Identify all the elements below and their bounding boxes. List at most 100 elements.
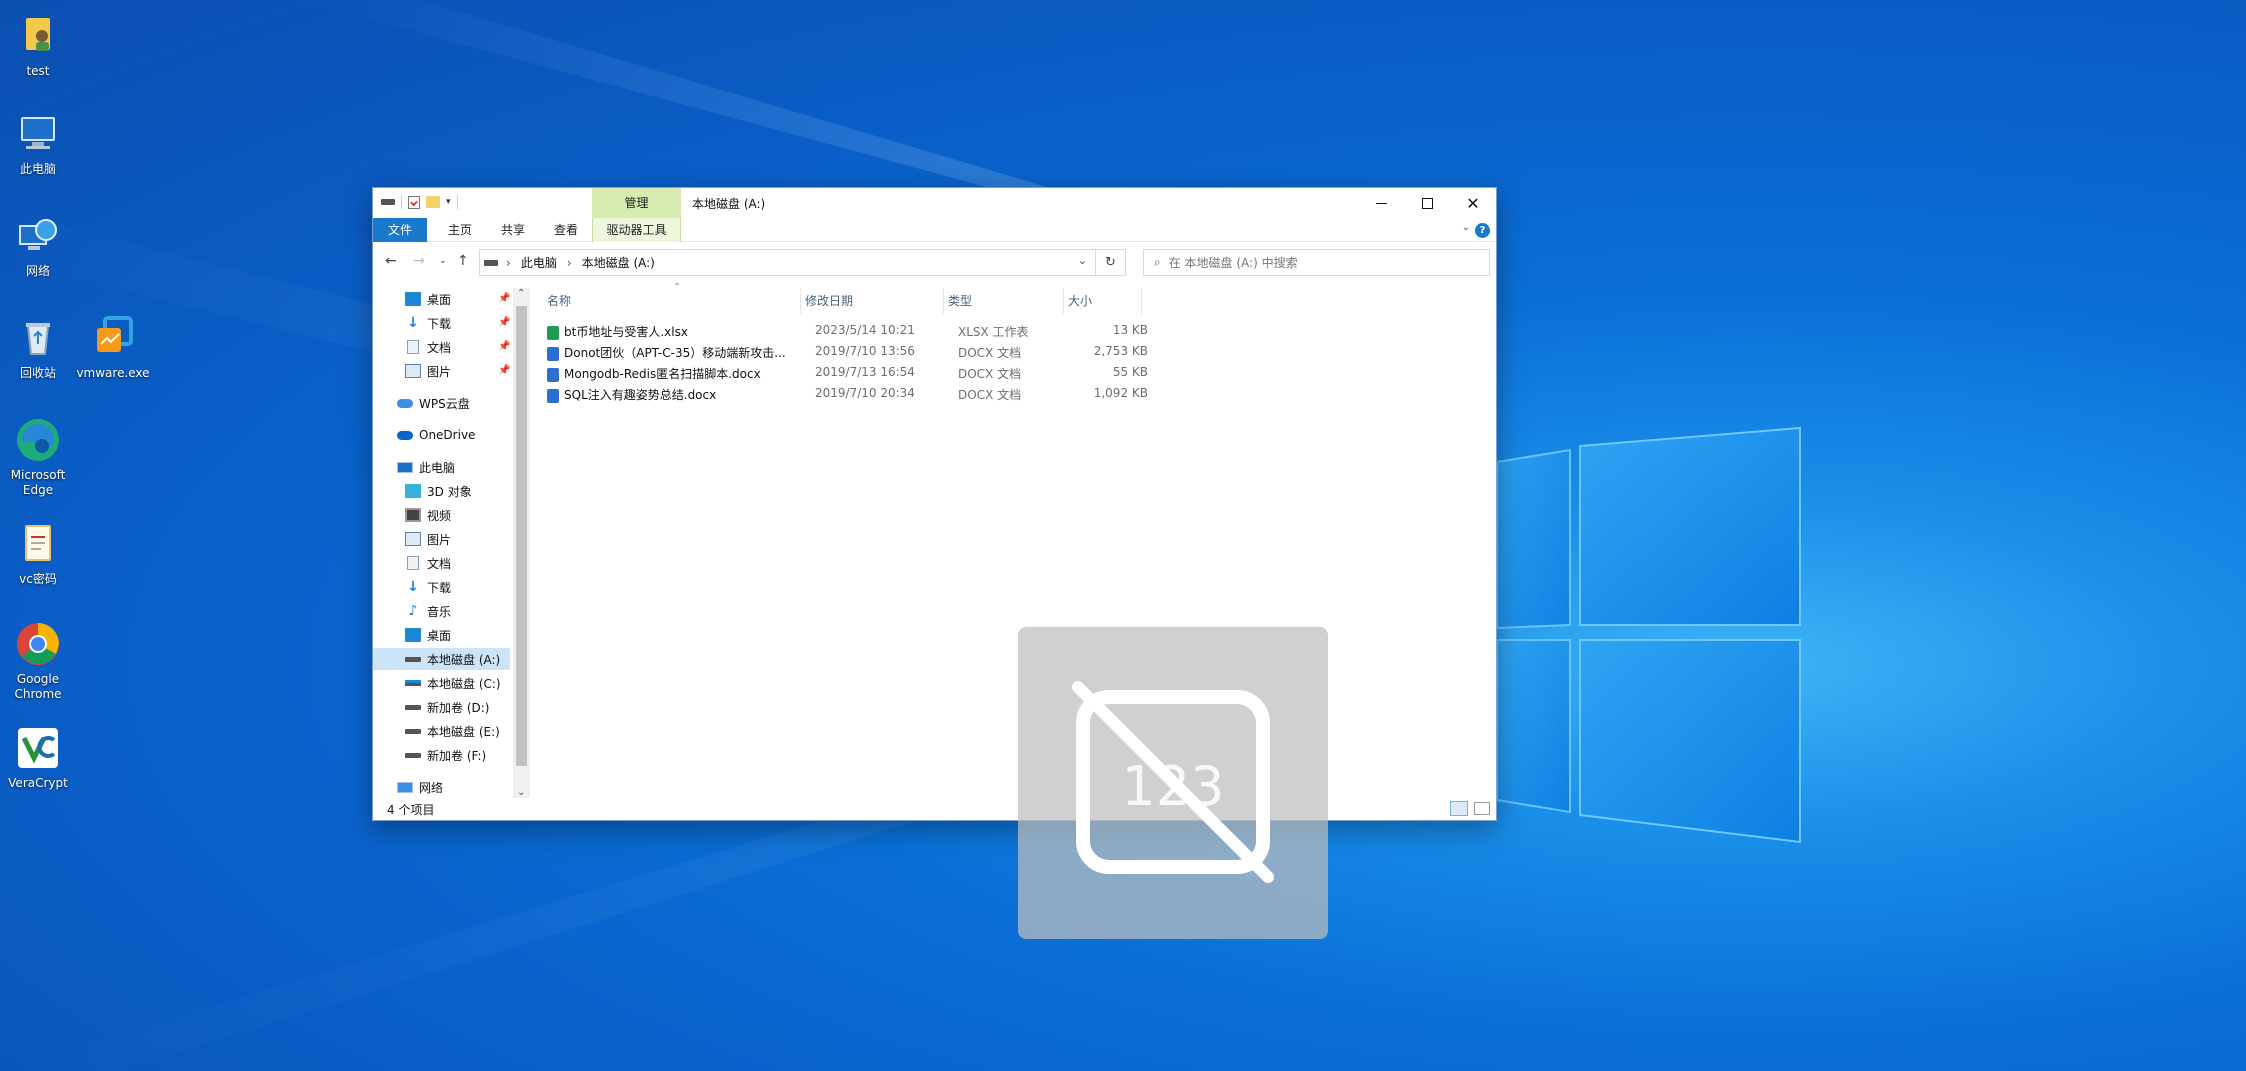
wps-cloud-icon: [397, 398, 413, 408]
tab-share[interactable]: 共享: [488, 218, 538, 242]
details-view-icon[interactable]: [1450, 801, 1468, 816]
breadcrumb-drive[interactable]: 本地磁盘 (A:): [582, 254, 655, 271]
nav-item-documents[interactable]: 文档: [405, 336, 510, 358]
breadcrumb-this-pc[interactable]: 此电脑: [521, 254, 557, 271]
forward-arrow-icon[interactable]: →: [413, 253, 425, 269]
file-size: 13 KB: [1112, 323, 1148, 337]
close-button[interactable]: ✕: [1450, 188, 1496, 218]
file-row[interactable]: Donot团伙（APT-C-35）移动端新攻击... 2019/7/10 13:…: [543, 341, 1148, 362]
pictures-icon: [405, 364, 421, 378]
pin-icon[interactable]: 📌: [498, 341, 510, 352]
scroll-down-chevron-icon[interactable]: ⌄: [517, 787, 525, 798]
properties-icon[interactable]: [408, 195, 420, 209]
desktop-icon-chrome[interactable]: Google Chrome: [0, 620, 78, 702]
nav-item-documents-pc[interactable]: 文档: [405, 552, 510, 574]
large-icons-view-icon[interactable]: [1474, 802, 1490, 815]
refresh-button[interactable]: ↻: [1096, 249, 1126, 276]
customize-toolbar-chevron-icon[interactable]: ▾: [446, 197, 451, 207]
computer-icon: [397, 461, 413, 473]
nav-item-label: 桌面: [427, 292, 452, 307]
search-box[interactable]: ⌕ 在 本地磁盘 (A:) 中搜索: [1143, 249, 1490, 276]
scroll-up-chevron-icon[interactable]: ⌃: [517, 288, 525, 299]
nav-item-label: 音乐: [427, 604, 452, 619]
breadcrumb-separator-icon: ›: [506, 255, 511, 270]
file-date: 2019/7/10 20:34: [815, 386, 915, 400]
desktop-icon-edge[interactable]: Microsoft Edge: [0, 416, 78, 498]
desktop-icon-vmware[interactable]: vmware.exe: [73, 314, 153, 381]
nav-item-drive-a[interactable]: 本地磁盘 (A:): [373, 648, 510, 670]
nav-item-label: 本地磁盘 (E:): [427, 724, 500, 739]
nav-item-drive-e[interactable]: 本地磁盘 (E:): [405, 720, 510, 742]
nav-item-pictures[interactable]: 图片: [405, 360, 510, 382]
nav-item-downloads-pc[interactable]: ↓ 下载: [405, 576, 510, 598]
file-size: 1,092 KB: [1093, 386, 1148, 400]
nav-item-drive-c[interactable]: 本地磁盘 (C:): [405, 672, 510, 694]
tab-home[interactable]: 主页: [435, 218, 485, 242]
help-icon[interactable]: ?: [1475, 223, 1490, 238]
file-explorer-window: ▾ 管理 本地磁盘 (A:) ✕ 文件 主页 共享 查看 驱动器工具 ⌄ ? ←…: [372, 187, 1497, 821]
nav-item-onedrive[interactable]: OneDrive: [397, 424, 510, 446]
navigation-pane-scrollbar[interactable]: ⌃ ⌄: [513, 288, 530, 798]
nav-item-downloads[interactable]: ↓ 下载: [405, 312, 510, 334]
breadcrumb-separator-icon: ›: [566, 255, 572, 270]
file-row[interactable]: Mongodb-Redis匿名扫描脚本.docx 2019/7/13 16:54…: [543, 362, 1148, 383]
file-list: ⌃ 名称 修改日期 类型 大小 bt币地址与受害人.xlsx 2023/5/14…: [533, 282, 1496, 798]
expand-ribbon-chevron-icon[interactable]: ⌄: [1462, 222, 1470, 233]
column-header-type[interactable]: 类型: [944, 288, 1064, 314]
tab-file[interactable]: 文件: [373, 218, 427, 242]
computer-icon: [14, 110, 62, 158]
new-folder-icon[interactable]: [426, 196, 440, 208]
tab-drive-tools[interactable]: 驱动器工具: [592, 218, 681, 242]
maximize-button[interactable]: [1404, 188, 1450, 218]
pin-icon[interactable]: 📌: [498, 365, 510, 376]
file-size: 55 KB: [1112, 365, 1148, 379]
desktop-icon-label: 此电脑: [19, 162, 56, 176]
nav-item-label: 此电脑: [419, 460, 456, 475]
desktop-icon-veracrypt[interactable]: VeraCrypt: [0, 724, 78, 791]
nav-item-music[interactable]: ♪ 音乐: [405, 600, 510, 622]
pin-icon[interactable]: 📌: [498, 293, 510, 304]
up-arrow-icon[interactable]: ↑: [457, 253, 469, 269]
nav-item-drive-f[interactable]: 新加卷 (F:): [405, 744, 510, 766]
desktop-icon: [405, 292, 421, 306]
nav-item-pictures-pc[interactable]: 图片: [405, 528, 510, 550]
nav-item-videos[interactable]: 视频: [405, 504, 510, 526]
nav-item-network[interactable]: 网络: [397, 776, 510, 798]
pictures-icon: [405, 532, 421, 546]
desktop-icon-vc-password[interactable]: vc密码: [0, 520, 78, 587]
recent-locations-chevron-icon[interactable]: ⌄: [439, 256, 447, 266]
desktop-icon-network[interactable]: 网络: [0, 212, 78, 279]
minimize-icon: [1375, 202, 1387, 204]
nav-item-label: OneDrive: [419, 428, 476, 442]
address-dropdown-chevron-icon[interactable]: ⌄: [1078, 254, 1087, 267]
maximize-icon: [1421, 197, 1433, 209]
file-type: DOCX 文档: [958, 367, 1022, 381]
pin-icon[interactable]: 📌: [498, 317, 510, 328]
tab-view[interactable]: 查看: [541, 218, 591, 242]
nav-item-this-pc[interactable]: 此电脑: [397, 456, 510, 478]
minimize-button[interactable]: [1358, 188, 1404, 218]
text-file-icon: [14, 520, 62, 568]
download-icon: ↓: [407, 315, 419, 331]
nav-item-desktop-pc[interactable]: 桌面: [405, 624, 510, 646]
scrollbar-thumb[interactable]: [516, 306, 527, 766]
file-row[interactable]: bt币地址与受害人.xlsx 2023/5/14 10:21 XLSX 工作表 …: [543, 320, 1148, 341]
file-row[interactable]: SQL注入有趣姿势总结.docx 2019/7/10 20:34 DOCX 文档…: [543, 383, 1148, 404]
nav-item-desktop[interactable]: 桌面: [405, 288, 510, 310]
back-arrow-icon[interactable]: ←: [385, 253, 397, 269]
desktop-icon-recycle-bin[interactable]: 回收站: [0, 314, 78, 381]
address-bar[interactable]: › 此电脑 › 本地磁盘 (A:) ⌄: [479, 249, 1096, 276]
edge-icon: [14, 416, 62, 464]
column-header-name[interactable]: 名称: [543, 288, 801, 314]
title-bar[interactable]: ▾ 管理 本地磁盘 (A:) ✕: [373, 188, 1496, 218]
column-header-date[interactable]: 修改日期: [801, 288, 944, 314]
veracrypt-icon: [14, 724, 62, 772]
column-header-size[interactable]: 大小: [1064, 288, 1142, 314]
desktop-icon-test[interactable]: test: [0, 12, 78, 79]
nav-item-wps-cloud[interactable]: WPS云盘: [397, 392, 510, 414]
nav-item-3d-objects[interactable]: 3D 对象: [405, 480, 510, 502]
drive-icon: [484, 259, 498, 266]
nav-item-drive-d[interactable]: 新加卷 (D:): [405, 696, 510, 718]
desktop-icon-this-pc[interactable]: 此电脑: [0, 110, 78, 177]
tab-manage[interactable]: 管理: [592, 188, 681, 218]
